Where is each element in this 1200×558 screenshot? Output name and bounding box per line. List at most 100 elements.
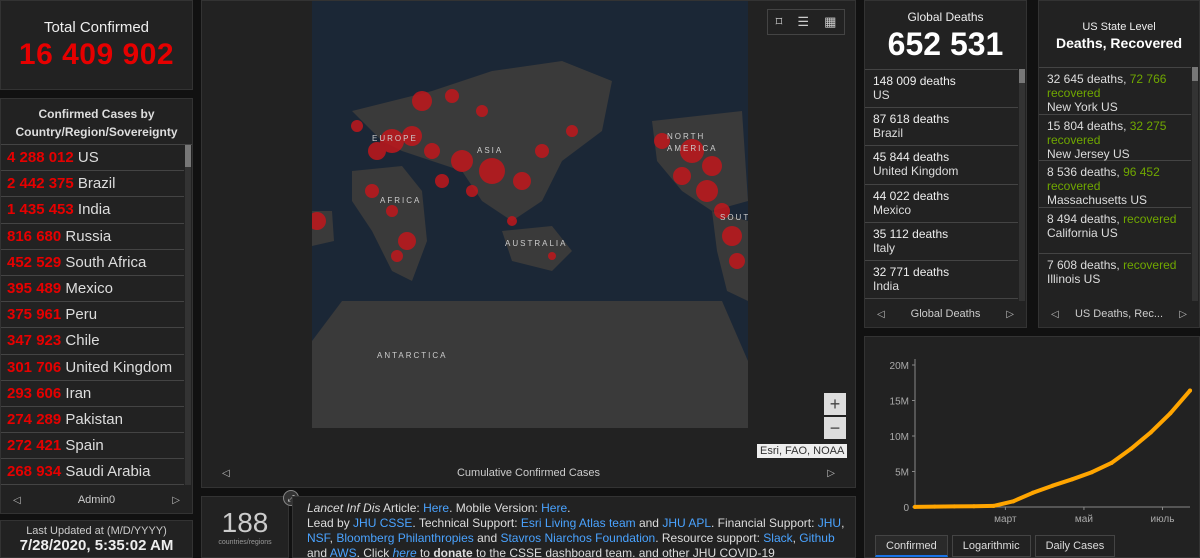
death-count: 7 608 deaths, bbox=[1047, 258, 1124, 273]
list-item[interactable]: 4 288 012 US bbox=[1, 145, 184, 172]
list-item[interactable]: 272 421 Spain bbox=[1, 433, 184, 460]
last-updated-panel: Last Updated at (M/D/YYYY) 7/28/2020, 5:… bbox=[0, 520, 193, 558]
cases-footer-label[interactable]: Admin0 bbox=[78, 494, 115, 506]
world-map[interactable]: EUROPE ASIA AFRICA AUSTRALIA ANTARCTICA … bbox=[312, 1, 748, 428]
data-point bbox=[952, 504, 957, 509]
list-item[interactable]: 44 022 deaths Mexico bbox=[865, 185, 1018, 223]
donate-text: donate bbox=[433, 546, 473, 558]
us-deaths-footer-label[interactable]: US Deaths, Rec... bbox=[1075, 308, 1163, 320]
tab-logarithmic[interactable]: Logarithmic bbox=[951, 535, 1031, 557]
global-deaths-panel: Global Deaths 652 531 148 009 deaths US 87… bbox=[864, 0, 1027, 328]
data-point bbox=[971, 504, 976, 509]
list-item[interactable]: 452 529 South Africa bbox=[1, 250, 184, 276]
stavros-link[interactable]: Stavros Niarchos Foundation bbox=[500, 531, 655, 545]
case-count: 395 489 bbox=[7, 279, 62, 297]
global-deaths-footer: ◁ Global Deaths ▷ bbox=[865, 301, 1026, 327]
data-point bbox=[932, 504, 937, 509]
recovered-label: recovered bbox=[1123, 211, 1177, 226]
data-point bbox=[1030, 490, 1035, 495]
country-name: Pakistan bbox=[65, 410, 123, 428]
list-item[interactable]: 301 706 United Kingdom bbox=[1, 355, 184, 381]
total-confirmed-value: 16 409 902 bbox=[18, 38, 175, 71]
next-arrow-icon[interactable]: ▷ bbox=[1179, 309, 1187, 320]
country-name: Saudi Arabia bbox=[65, 463, 151, 481]
recovered-label: recovered bbox=[1047, 86, 1101, 100]
list-item[interactable]: 268 934 Saudi Arabia bbox=[1, 459, 184, 485]
cases-footer: ◁ Admin0 ▷ bbox=[1, 487, 192, 513]
state-name: California US bbox=[1047, 225, 1118, 240]
case-count: 375 961 bbox=[7, 306, 62, 324]
death-count: 44 022 deaths bbox=[873, 188, 950, 203]
list-item[interactable]: 148 009 deaths US bbox=[865, 70, 1018, 109]
list-item[interactable]: 7 608 deaths, recovered Illinois US bbox=[1039, 254, 1191, 299]
map-footer-label[interactable]: Cumulative Confirmed Cases bbox=[457, 467, 600, 479]
zoom-out-button[interactable]: − bbox=[824, 417, 846, 439]
total-confirmed-panel: Total Confirmed 16 409 902 bbox=[0, 0, 193, 90]
death-count: 45 844 deaths bbox=[873, 150, 950, 165]
country-name: South Africa bbox=[65, 253, 147, 271]
list-item[interactable]: 32 645 deaths, 72 766 recovered New York … bbox=[1039, 68, 1191, 115]
global-deaths-scrollbar[interactable] bbox=[1019, 69, 1025, 301]
list-item[interactable]: 32 771 deaths India bbox=[865, 261, 1018, 300]
tab-confirmed[interactable]: Confirmed bbox=[875, 535, 948, 557]
legend-list-icon[interactable]: ☰ bbox=[797, 14, 809, 30]
label-africa: AFRICA bbox=[380, 196, 422, 205]
list-item[interactable]: 87 618 deaths Brazil bbox=[865, 108, 1018, 147]
prev-arrow-icon[interactable]: ◁ bbox=[13, 495, 21, 506]
label-antarctica: ANTARCTICA bbox=[377, 351, 448, 360]
aws-link[interactable]: AWS bbox=[330, 546, 357, 557]
list-item[interactable]: 8 494 deaths, recovered California US bbox=[1039, 208, 1191, 255]
us-deaths-scrollbar[interactable] bbox=[1192, 67, 1198, 301]
death-count: 32 645 deaths, bbox=[1047, 72, 1130, 86]
article-link[interactable]: Here bbox=[423, 501, 449, 515]
jhu-link[interactable]: JHU bbox=[818, 516, 841, 530]
zoom-in-button[interactable]: + bbox=[824, 393, 846, 415]
cases-scrollbar[interactable] bbox=[185, 145, 191, 485]
recovered-label: recovered bbox=[1047, 132, 1101, 147]
mobile-link[interactable]: Here bbox=[541, 501, 567, 515]
x-tick-label: май bbox=[1075, 514, 1093, 525]
us-deaths-label-2: Deaths, Recovered bbox=[1055, 35, 1183, 51]
list-item[interactable]: 347 923 Chile bbox=[1, 328, 184, 355]
country-name: United Kingdom bbox=[65, 358, 173, 376]
global-deaths-footer-label[interactable]: Global Deaths bbox=[911, 308, 981, 320]
recovered-count: 72 766 bbox=[1129, 72, 1167, 86]
list-item[interactable]: 274 289 Pakistan bbox=[1, 407, 184, 434]
list-item[interactable]: 45 844 deaths United Kingdom bbox=[865, 146, 1018, 185]
death-count: 32 771 deaths bbox=[873, 264, 950, 279]
country-name: US bbox=[77, 149, 99, 166]
here-link[interactable]: here bbox=[393, 546, 417, 557]
label-australia: AUSTRALIA bbox=[505, 239, 568, 248]
list-item[interactable]: 1 435 453 India bbox=[1, 197, 184, 224]
github-link[interactable]: Github bbox=[799, 531, 834, 545]
list-item[interactable]: 375 961 Peru bbox=[1, 302, 184, 329]
jhu-apl-link[interactable]: JHU APL bbox=[662, 516, 711, 530]
death-count: 35 112 deaths bbox=[873, 226, 949, 241]
list-item[interactable]: 35 112 deaths Italy bbox=[865, 223, 1018, 261]
confirmed-line-chart: 0 5M 10M 15M 20M март май июль bbox=[890, 359, 1192, 525]
bloomberg-link[interactable]: Bloomberg Philanthropies bbox=[336, 531, 473, 545]
list-item[interactable]: 15 804 deaths, 32 275 recovered New Jerse… bbox=[1039, 115, 1191, 162]
tab-daily-cases[interactable]: Daily Cases bbox=[1034, 535, 1116, 557]
state-name: New Jersey US bbox=[1047, 146, 1130, 161]
slack-link[interactable]: Slack bbox=[763, 531, 792, 545]
jhu-csse-link[interactable]: JHU CSSE bbox=[353, 516, 412, 530]
list-item[interactable]: 2 442 375 Brazil bbox=[1, 171, 184, 198]
next-arrow-icon[interactable]: ▷ bbox=[172, 495, 180, 506]
prev-arrow-icon[interactable]: ◁ bbox=[1051, 309, 1059, 320]
esri-link[interactable]: Esri Living Atlas team bbox=[521, 516, 636, 530]
basemap-gallery-icon[interactable]: ▦ bbox=[824, 14, 836, 30]
nsf-link[interactable]: NSF bbox=[307, 531, 330, 545]
map-next-arrow-icon[interactable]: ▷ bbox=[827, 468, 835, 479]
bookmark-icon[interactable]: ⌑ bbox=[776, 14, 783, 30]
next-arrow-icon[interactable]: ▷ bbox=[1006, 309, 1014, 320]
country-name: India bbox=[77, 201, 111, 219]
list-item[interactable]: 293 606 Iran bbox=[1, 381, 184, 407]
list-item[interactable]: 816 680 Russia bbox=[1, 224, 184, 250]
list-item[interactable]: 8 536 deaths, 96 452 recovered Massachuse… bbox=[1039, 161, 1191, 208]
list-item[interactable]: 395 489 Mexico bbox=[1, 276, 184, 303]
case-count: 816 680 bbox=[7, 227, 62, 245]
label-asia: ASIA bbox=[477, 146, 504, 155]
map-prev-arrow-icon[interactable]: ◁ bbox=[222, 468, 230, 479]
prev-arrow-icon[interactable]: ◁ bbox=[877, 309, 885, 320]
